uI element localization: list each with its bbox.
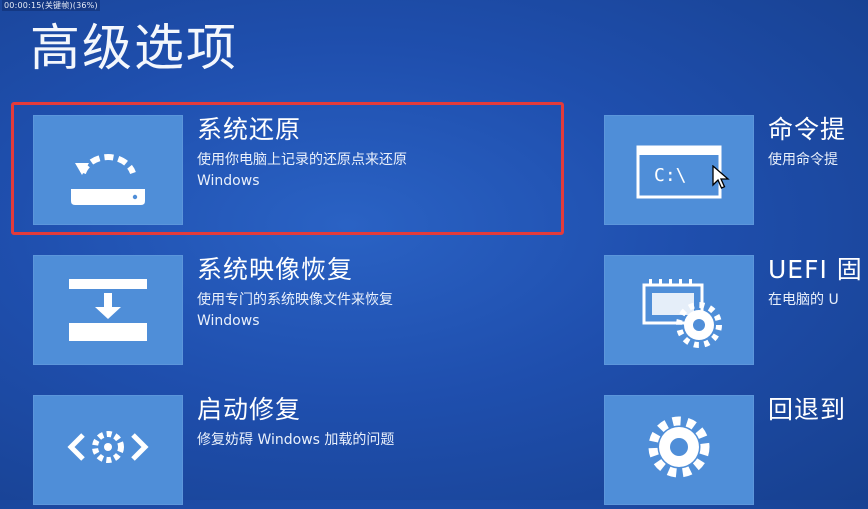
page-title: 高级选项: [30, 19, 238, 77]
option-title: 启动修复: [197, 395, 302, 424]
option-title: 回退到: [768, 395, 847, 424]
option-title: UEFI 固: [768, 255, 863, 284]
mouse-cursor-icon: [712, 164, 730, 195]
command-prompt-icon-text: C:\: [654, 165, 687, 186]
option-description-2: Windows: [197, 313, 260, 329]
option-description: 使用命令提: [768, 152, 838, 168]
option-title: 命令提: [768, 115, 847, 144]
startup-repair-icon: [33, 395, 183, 505]
option-description: 在电脑的 U: [768, 292, 839, 308]
option-description: 使用专门的系统映像文件来恢复: [197, 292, 393, 308]
option-title: 系统映像恢复: [197, 255, 354, 284]
image-recovery-icon: [33, 255, 183, 365]
selection-highlight-box: [11, 102, 564, 235]
uefi-firmware-icon: [604, 255, 754, 365]
gear-icon: [604, 395, 754, 505]
option-description: 修复妨碍 Windows 加载的问题: [197, 432, 395, 448]
command-prompt-icon: C:\: [604, 115, 754, 225]
